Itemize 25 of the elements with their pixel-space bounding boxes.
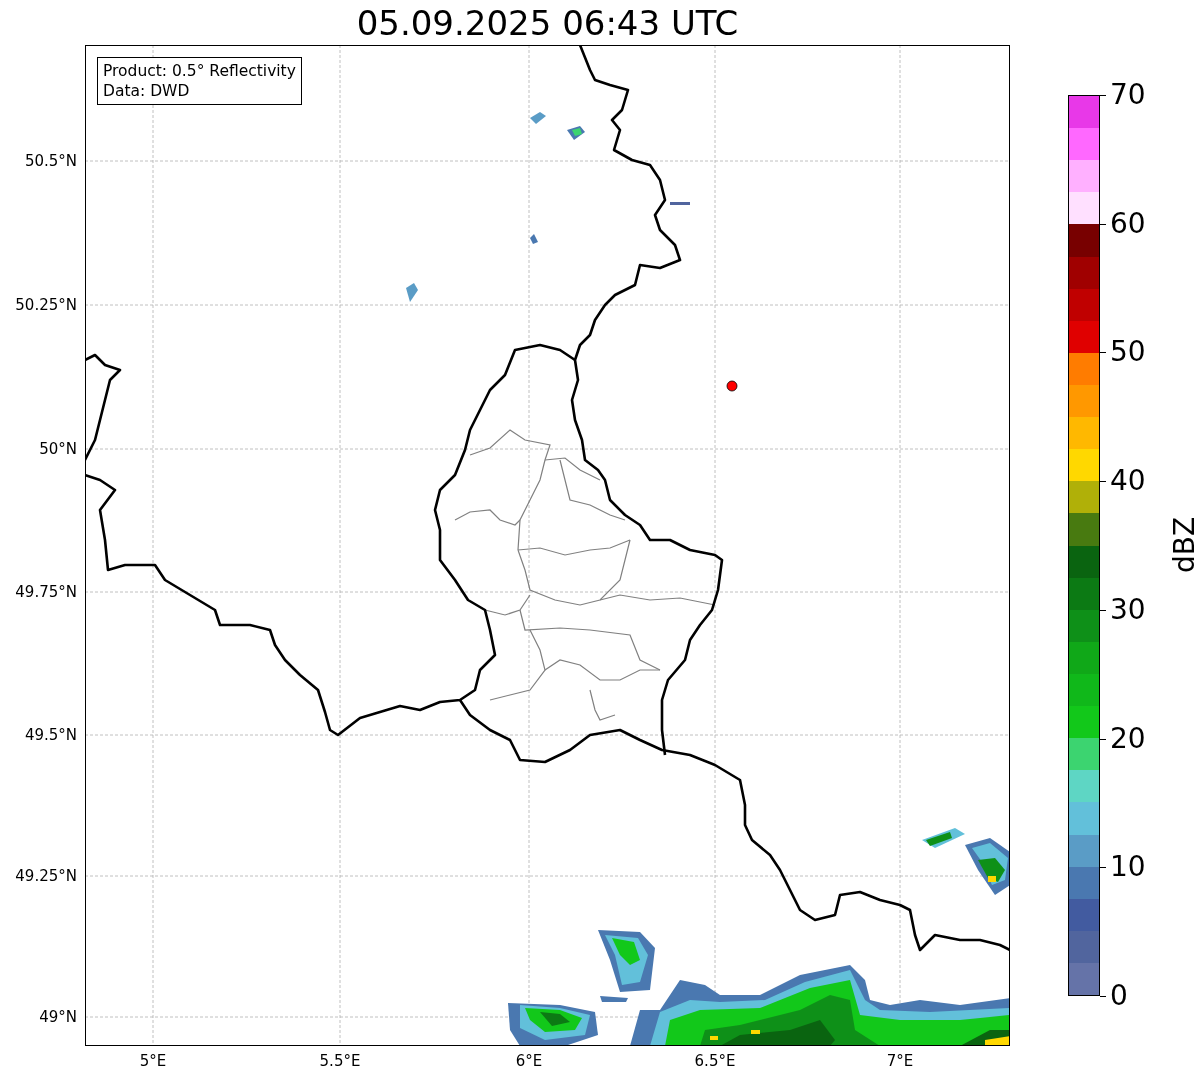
colorbar-tick-label: 60 (1110, 206, 1146, 241)
longitude-label: 6°E (514, 1051, 544, 1071)
colorbar-tick-label: 10 (1110, 850, 1146, 885)
colorbar-tick-label: 0 (1110, 979, 1128, 1013)
longitude-label: 6.5°E (693, 1051, 737, 1071)
colorbar-axis-label: dBZ (1168, 515, 1202, 575)
longitude-label: 5.5°E (318, 1051, 362, 1071)
colorbar-tick-label: 50 (1110, 335, 1146, 370)
colorbar-tick-label: 30 (1110, 592, 1146, 627)
latitude-label: 50.5°N (24, 151, 77, 171)
station-marker (726, 380, 738, 392)
latitude-label: 50.25°N (15, 295, 77, 315)
colorbar-tick-label: 40 (1110, 464, 1146, 499)
legend-text: Product: 0.5° Reflectivity (103, 61, 296, 81)
legend-text: Data: DWD (103, 81, 191, 101)
colorbar-tick-label: 70 (1110, 78, 1146, 112)
latitude-label: 49.75°N (15, 582, 77, 602)
longitude-label: 7°E (885, 1051, 915, 1071)
longitude-label: 5°E (138, 1051, 168, 1071)
colorbar-tick-label: 20 (1110, 721, 1146, 756)
latitude-label: 50°N (39, 439, 77, 459)
latitude-label: 49°N (39, 1007, 77, 1027)
latitude-label: 49.5°N (24, 725, 77, 745)
chart-title: 05.09.2025 06:43 UTC (356, 3, 739, 43)
latitude-label: 49.25°N (15, 866, 77, 886)
